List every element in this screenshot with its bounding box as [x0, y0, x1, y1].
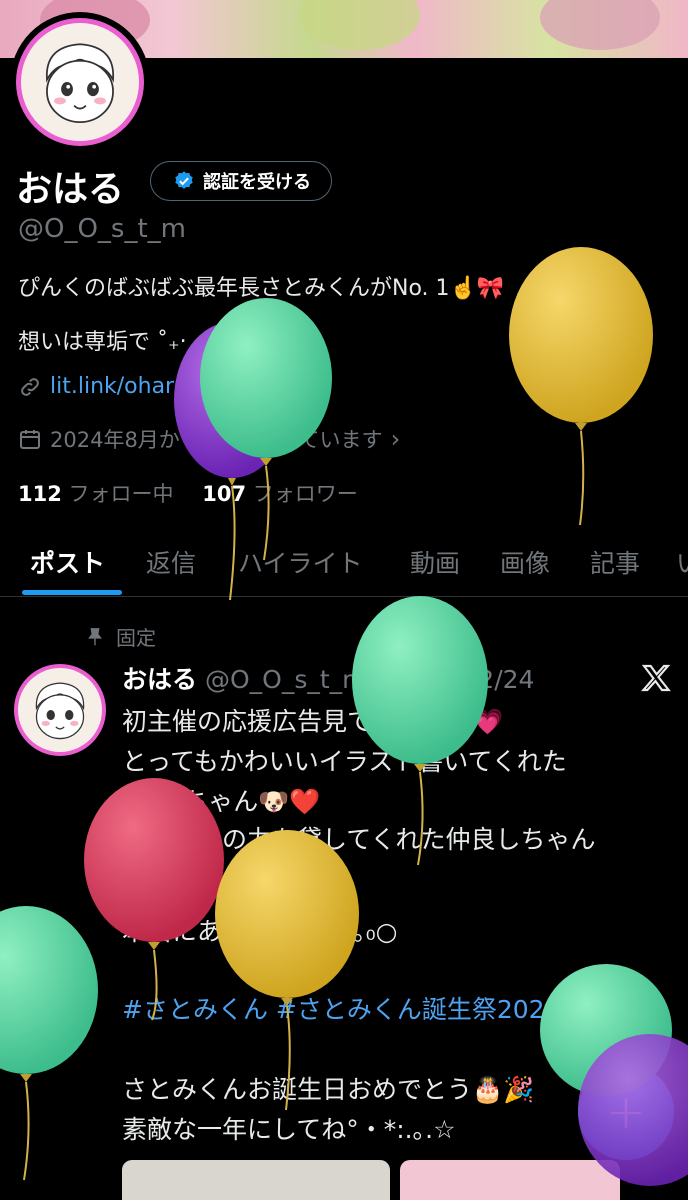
profile-handle: @O_O_s_t_m: [18, 214, 186, 244]
plus-icon: +: [605, 1084, 647, 1140]
post-image[interactable]: [122, 1160, 390, 1200]
followers-label: フォロワー: [252, 482, 358, 506]
get-verified-label: 認証を受ける: [203, 172, 311, 193]
post-meta[interactable]: @O_O_s_t_m · 2026/02/24: [205, 665, 534, 694]
balloon: [509, 247, 653, 526]
post-text-line: 素敵な一年にしてね°・*:.｡.☆: [122, 1115, 456, 1144]
profile-joined: 2024年8月からXを利用しています ›: [18, 424, 400, 454]
tab-likes[interactable]: い: [676, 544, 688, 580]
following-link[interactable]: 112 フォロー中: [18, 482, 174, 506]
post-text-line: とってもかわいいイラスト書いてくれた: [122, 747, 567, 776]
tab-posts[interactable]: ポスト: [30, 544, 105, 580]
profile-link[interactable]: lit.link/oharu: [18, 374, 188, 399]
follow-stats: 112 フォロー中 107 フォロワー: [18, 478, 358, 508]
balloon: [0, 906, 98, 1181]
tab-articles[interactable]: 記事: [590, 544, 640, 580]
profile-bio-line: ぴんくのばぶばぶ最年長さとみくんがNo. 1☝️🎀: [18, 276, 505, 301]
post-author[interactable]: おはる: [122, 665, 197, 694]
profile-tabs: ポスト 返信 ハイライト 動画 画像 記事 い: [0, 534, 688, 597]
pinned-indicator: 固定: [84, 622, 156, 651]
profile-name: おはる: [16, 169, 125, 210]
post-text-line: yanaちゃん🐶❤️: [122, 787, 321, 816]
x-logo-icon[interactable]: [640, 662, 672, 694]
tab-images[interactable]: 画像: [500, 544, 550, 580]
post-text-line: 🐷❤️: [122, 858, 185, 887]
followers-count: 107: [202, 482, 247, 506]
pinned-label: 固定: [116, 626, 156, 650]
post-text-line: さとみくんお誕生日おめでとう🎂🎉: [122, 1075, 535, 1104]
verified-badge-icon: [175, 171, 193, 189]
tab-highlights[interactable]: ハイライト: [238, 544, 363, 580]
compose-post-button[interactable]: +: [578, 1064, 674, 1160]
link-icon: [21, 377, 39, 396]
tab-replies[interactable]: 返信: [146, 544, 196, 580]
post-header: おはる @O_O_s_t_m · 2026/02/24: [122, 660, 534, 696]
following-count: 112: [18, 482, 62, 506]
active-tab-indicator: [22, 590, 122, 595]
banner-art: [300, 0, 420, 50]
pin-icon: [88, 627, 102, 645]
post-text-line: 本当にありがと〜🙇🏻‍♀️｡₀○: [122, 917, 398, 946]
get-verified-button[interactable]: 認証を受ける: [150, 161, 332, 201]
tab-videos[interactable]: 動画: [410, 544, 460, 580]
profile-bio-line: 想いは専垢で︎︎ ︎︎︎︎˚₊‧ ͙₊.｡○❤︎ *˚: [18, 330, 289, 355]
post-text-line: たくさんの力を貸してくれた仲良しちゃん: [122, 825, 596, 854]
profile-link-text[interactable]: lit.link/oharu: [50, 374, 188, 399]
post-text-line: 初主催の応援広告見てきた〜🐱💗: [122, 707, 504, 736]
banner-art: [540, 0, 660, 50]
calendar-icon: [20, 430, 40, 449]
post-avatar[interactable]: [14, 664, 106, 756]
chevron-right-icon: ›: [390, 425, 401, 453]
followers-link[interactable]: 107 フォロワー: [202, 482, 358, 506]
following-label: フォロー中: [68, 482, 174, 506]
joined-text: 2024年8月からXを利用しています: [50, 428, 383, 452]
post-hashtags[interactable]: #さとみくん #さとみくん誕生祭2026: [122, 990, 560, 1026]
post-image[interactable]: [400, 1160, 620, 1200]
profile-avatar[interactable]: [10, 12, 150, 152]
balloon: [215, 830, 359, 1111]
